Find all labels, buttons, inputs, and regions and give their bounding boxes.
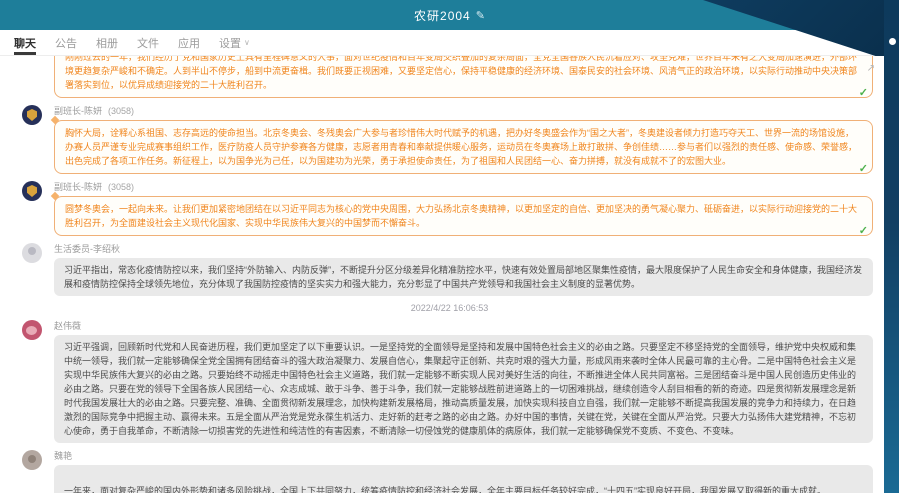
message-bubble: 刚刚过去的一年，我们经历了党和国家历史上具有里程碑意义的大事，面对世纪疫情和百年… — [54, 56, 873, 98]
edit-title-icon[interactable]: ✎ — [476, 9, 485, 22]
group-title: 农研2004 — [414, 7, 471, 24]
sent-check-icon: ✓ — [859, 162, 868, 176]
message-bubble: 一年来，面对复杂严峻的国内外形势和诸多风险挑战，全国上下共同努力，统筹疫情防控和… — [54, 465, 873, 493]
tab-chat[interactable]: 聊天 — [14, 30, 36, 55]
member-number-badge: (3058) — [108, 182, 134, 192]
avatar[interactable] — [22, 320, 42, 340]
background-window-dot — [889, 38, 896, 45]
message-row: 副班长-陈妍(3058) 胸怀大局，诠释心系祖国、志存高远的使命担当。北京冬奥会… — [0, 101, 899, 177]
message-row: 生活委员-李绍秋 习近平指出，常态化疫情防控以来，我们坚持“外防输入、内防反弹”… — [0, 239, 899, 299]
tab-album[interactable]: 相册 — [96, 30, 118, 55]
chevron-down-icon: ∨ — [244, 38, 250, 47]
avatar[interactable] — [22, 181, 42, 201]
message-list[interactable]: ↗ 刚刚过去的一年，我们经历了党和国家历史上具有里程碑意义的大事，面对世纪疫情和… — [0, 56, 899, 493]
avatar[interactable] — [22, 105, 42, 125]
message-row: 副班长-陈妍(3058) 圆梦冬奥会，一起向未来。让我们更加紧密地团结在以习近平… — [0, 177, 899, 239]
sender-name: 魏艳 — [54, 449, 873, 462]
message-row: 赵伟薇 习近平强调，回顾新时代党和人民奋进历程，我们更加坚定了以下重要认识。一是… — [0, 316, 899, 446]
sent-check-icon: ✓ — [859, 224, 868, 238]
message-text: 胸怀大局，诠释心系祖国、志存高远的使命担当。北京冬奥会、冬残奥会广大参与者珍惜伟… — [65, 128, 857, 166]
tab-files[interactable]: 文件 — [137, 30, 159, 55]
message-bubble: 胸怀大局，诠释心系祖国、志存高远的使命担当。北京冬奥会、冬残奥会广大参与者珍惜伟… — [54, 120, 873, 174]
expand-icon[interactable]: ↗ — [867, 63, 875, 74]
group-chat-window: 农研2004 ✎ 聊天 公告 相册 文件 应用 设置∨ ↗ 刚刚过去的一年，我们… — [0, 0, 899, 493]
message-text: 习近平指出，常态化疫情防控以来，我们坚持“外防输入、内防反弹”，不断提升分区分级… — [64, 265, 862, 289]
message-row: 魏艳 一年来，面对复杂严峻的国内外形势和诸多风险挑战，全国上下共同努力，统筹疫情… — [0, 446, 899, 493]
tab-settings[interactable]: 设置∨ — [219, 30, 250, 55]
message-bubble: 习近平强调，回顾新时代党和人民奋进历程，我们更加坚定了以下重要认识。一是坚持党的… — [54, 335, 873, 443]
sender-name: 副班长-陈妍(3058) — [54, 180, 873, 193]
timestamp: 2022/4/22 16:06:53 — [0, 299, 899, 316]
message-row: 刚刚过去的一年，我们经历了党和国家历史上具有里程碑意义的大事，面对世纪疫情和百年… — [0, 56, 899, 101]
avatar[interactable] — [22, 450, 42, 470]
sender-name: 副班长-陈妍(3058) — [54, 104, 873, 117]
sent-check-icon: ✓ — [859, 86, 868, 100]
background-window-edge — [884, 0, 899, 493]
message-text: 一年来，面对复杂严峻的国内外形势和诸多风险挑战，全国上下共同努力，统筹疫情防控和… — [64, 486, 855, 493]
tab-announcement[interactable]: 公告 — [55, 30, 77, 55]
tab-apps[interactable]: 应用 — [178, 30, 200, 55]
message-bubble: 习近平指出，常态化疫情防控以来，我们坚持“外防输入、内防反弹”，不断提升分区分级… — [54, 258, 873, 296]
message-text: 圆梦冬奥会，一起向未来。让我们更加紧密地团结在以习近平同志为核心的党中央周围，大… — [65, 204, 857, 228]
tab-bar: 聊天 公告 相册 文件 应用 设置∨ — [0, 30, 899, 56]
message-text: 习近平强调，回顾新时代党和人民奋进历程，我们更加坚定了以下重要认识。一是坚持党的… — [64, 342, 856, 436]
message-text: 刚刚过去的一年，我们经历了党和国家历史上具有里程碑意义的大事，面对世纪疫情和百年… — [65, 56, 857, 90]
message-bubble: 圆梦冬奥会，一起向未来。让我们更加紧密地团结在以习近平同志为核心的党中央周围，大… — [54, 196, 873, 236]
avatar[interactable] — [22, 243, 42, 263]
sender-name: 赵伟薇 — [54, 319, 873, 332]
sender-name: 生活委员-李绍秋 — [54, 242, 873, 255]
member-number-badge: (3058) — [108, 106, 134, 116]
